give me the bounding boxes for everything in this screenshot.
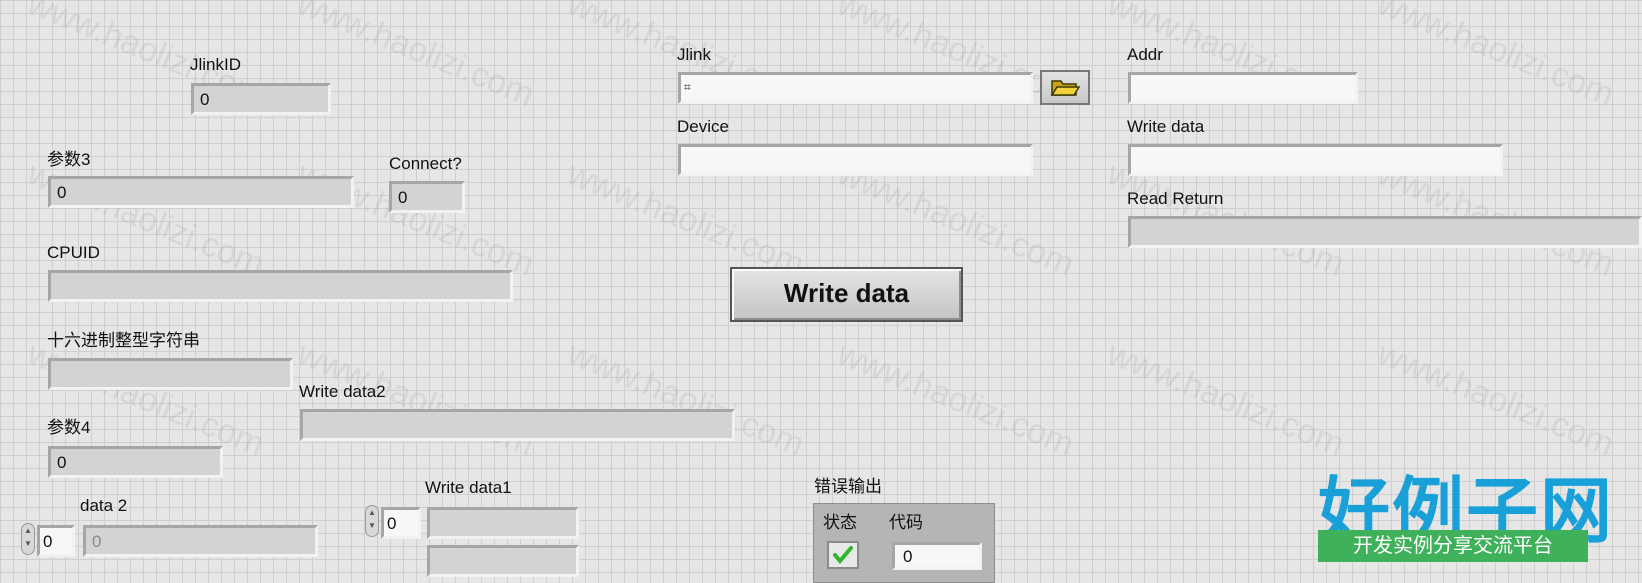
- read-return-label: Read Return: [1127, 189, 1224, 208]
- status-label: 状态: [823, 513, 857, 532]
- jlinkid-label: JlinkID: [190, 55, 242, 74]
- data2-index-field[interactable]: 0: [37, 525, 75, 557]
- param4-label: 参数4: [47, 418, 91, 437]
- folder-open-icon: [1050, 79, 1080, 96]
- write-data2-label: Write data2: [299, 382, 386, 401]
- cpuid-label: CPUID: [47, 243, 100, 262]
- jlink-label: Jlink: [677, 45, 712, 64]
- cpuid-field: [48, 270, 513, 302]
- read-return-field: [1128, 216, 1642, 248]
- param3-label: 参数3: [47, 150, 91, 169]
- jlinkid-field[interactable]: 0: [191, 83, 331, 115]
- hex-string-label: 十六进制整型字符串: [47, 331, 200, 350]
- device-label: Device: [677, 117, 729, 136]
- hex-string-field: [48, 358, 293, 390]
- watermark-text: www.haolizi.com: [22, 154, 270, 284]
- status-indicator: [827, 541, 859, 569]
- write-data1-index-spinner[interactable]: ▲ ▼: [365, 505, 379, 537]
- check-icon: [833, 546, 853, 564]
- write-data1-element-1: [427, 507, 579, 539]
- param4-field[interactable]: 0: [48, 446, 223, 478]
- write-data1-label: Write data1: [425, 478, 512, 497]
- watermark-text: www.haolizi.com: [562, 334, 810, 464]
- error-cluster: 状态 代码 0: [813, 503, 995, 583]
- write-data-button[interactable]: Write data: [730, 267, 963, 322]
- write-data1-element-2: [427, 545, 579, 577]
- addr-label: Addr: [1127, 45, 1163, 64]
- site-logo-tagline: 开发实例分享交流平台: [1318, 530, 1588, 562]
- write-data-label: Write data: [1127, 117, 1205, 136]
- watermark-text: www.haolizi.com: [832, 334, 1080, 464]
- write-data2-field: [300, 409, 735, 441]
- data2-label: data 2: [80, 496, 128, 515]
- error-out-label: 错误输出: [814, 477, 882, 496]
- watermark-text: www.haolizi.com: [1372, 0, 1620, 114]
- watermark-text: www.haolizi.com: [1102, 334, 1350, 464]
- param3-field[interactable]: 0: [48, 176, 354, 208]
- write-data-field[interactable]: [1128, 144, 1503, 176]
- data2-value-field: 0: [83, 525, 318, 557]
- code-label: 代码: [889, 513, 923, 532]
- data2-index-spinner[interactable]: ▲ ▼: [21, 523, 35, 555]
- error-code-field: 0: [892, 542, 982, 570]
- browse-button[interactable]: [1040, 70, 1090, 105]
- connect-label: Connect?: [389, 154, 462, 173]
- watermark-text: www.haolizi.com: [1372, 334, 1620, 464]
- device-field[interactable]: [678, 144, 1033, 176]
- connect-field[interactable]: 0: [389, 181, 465, 213]
- addr-field[interactable]: [1128, 72, 1358, 104]
- path-icon: ⌗: [684, 80, 691, 94]
- write-data1-index-field[interactable]: 0: [381, 507, 421, 539]
- jlink-path-field[interactable]: [678, 72, 1033, 104]
